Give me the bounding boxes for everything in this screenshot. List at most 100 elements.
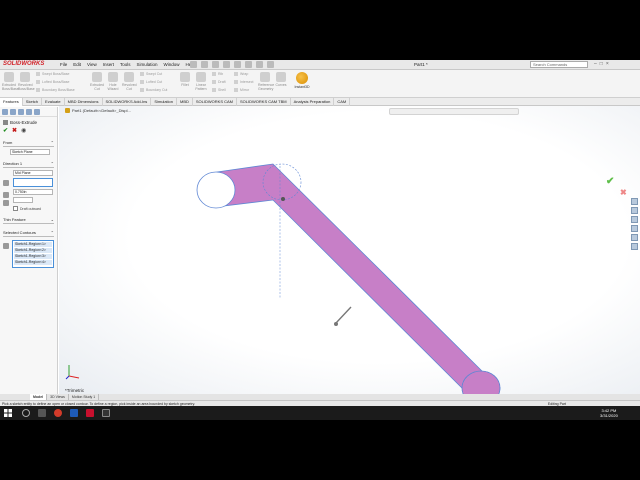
appearances-icon[interactable] xyxy=(631,234,638,241)
curves-button[interactable]: Curves xyxy=(274,72,288,87)
extrude-preview[interactable] xyxy=(59,106,640,398)
start-face-ellipse[interactable] xyxy=(196,171,236,209)
search-input[interactable]: Search Commands xyxy=(530,61,588,68)
contour-item[interactable]: Sketch1-Region<3> xyxy=(14,254,52,259)
tab-cam-tbm[interactable]: SOLIDWORKS CAM TBM xyxy=(237,98,291,106)
search-icon[interactable] xyxy=(22,409,30,417)
wrap-button[interactable]: Wrap xyxy=(234,72,248,76)
select-icon[interactable] xyxy=(245,61,252,68)
tab-simulation[interactable]: Simulation xyxy=(151,98,177,106)
app-icon[interactable] xyxy=(102,409,110,417)
windows-start-icon[interactable] xyxy=(4,409,12,417)
extruded-boss-button[interactable]: Extruded Boss/Base xyxy=(2,72,19,91)
resources-icon[interactable] xyxy=(631,198,638,205)
new-icon[interactable] xyxy=(190,61,197,68)
restore-icon[interactable]: □ xyxy=(600,61,603,67)
solidworks-logo[interactable]: SOLIDWORKS xyxy=(3,61,44,67)
mirror-button[interactable]: Mirror xyxy=(234,88,249,92)
direction-section-header[interactable]: Direction 1 ⌃ xyxy=(3,161,54,168)
file-explorer-icon[interactable] xyxy=(631,216,638,223)
shell-button[interactable]: Shell xyxy=(212,88,226,92)
intersect-button[interactable]: Intersect xyxy=(234,80,253,84)
direction-vector-field[interactable] xyxy=(13,178,53,187)
boundary-cut-button[interactable]: Boundary Cut xyxy=(140,88,167,92)
view-palette-icon[interactable] xyxy=(631,225,638,232)
tab-mbd[interactable]: MBD xyxy=(177,98,193,106)
rib-button[interactable]: Rib xyxy=(212,72,223,76)
dimxpert-icon[interactable] xyxy=(26,109,32,115)
task-view-icon[interactable] xyxy=(38,409,46,417)
linear-pattern-button[interactable]: Linear Pattern xyxy=(194,72,208,91)
display-manager-icon[interactable] xyxy=(34,109,40,115)
ok-icon[interactable]: ✔ xyxy=(3,127,8,134)
revolved-boss-button[interactable]: Revolved Boss/Base xyxy=(18,72,35,91)
reference-geometry-button[interactable]: Reference Geometry xyxy=(258,72,274,91)
tab-analysis-preparation[interactable]: Analysis Preparation xyxy=(291,98,335,106)
open-icon[interactable] xyxy=(201,61,208,68)
print-icon[interactable] xyxy=(223,61,230,68)
tab-cam[interactable]: SOLIDWORKS CAM xyxy=(193,98,238,106)
menu-tools[interactable]: Tools xyxy=(120,62,131,67)
configuration-icon[interactable] xyxy=(18,109,24,115)
end-condition-select[interactable]: Mid Plane xyxy=(13,170,53,176)
undo-icon[interactable] xyxy=(234,61,241,68)
menu-file[interactable]: File xyxy=(60,62,67,67)
menu-view[interactable]: View xyxy=(87,62,97,67)
contour-item[interactable]: Sketch1-Region<4> xyxy=(14,260,52,265)
tab-evaluate[interactable]: Evaluate xyxy=(42,98,65,106)
depth-input[interactable]: 0.750in xyxy=(13,189,53,195)
from-section-header[interactable]: From ⌃ xyxy=(3,140,54,147)
draft-icon[interactable] xyxy=(3,200,9,206)
save-icon[interactable] xyxy=(212,61,219,68)
instant3d-button[interactable]: Instant3D xyxy=(291,72,313,89)
drag-handle-icon[interactable] xyxy=(281,197,285,201)
tab-addins[interactable]: SOLIDWORKS Add-Ins xyxy=(103,98,152,106)
hole-wizard-button[interactable]: Hole Wizard xyxy=(106,72,120,91)
tab-features[interactable]: Features xyxy=(0,98,23,106)
revolved-cut-button[interactable]: Revolved Cut xyxy=(122,72,137,91)
draft-angle-input[interactable] xyxy=(13,197,33,203)
chrome-icon[interactable] xyxy=(54,409,62,417)
menu-window[interactable]: Window xyxy=(164,62,180,67)
thin-feature-header[interactable]: Thin Feature ⌄ xyxy=(3,217,54,224)
selected-contours-header[interactable]: Selected Contours ⌃ xyxy=(3,230,54,237)
contour-item[interactable]: Sketch1-Region<2> xyxy=(14,248,52,253)
draft-outward-checkbox[interactable]: Draft outward xyxy=(13,206,57,211)
cancel-icon[interactable]: ✖ xyxy=(12,127,17,134)
word-icon[interactable] xyxy=(70,409,78,417)
reverse-direction-icon[interactable] xyxy=(3,180,9,186)
direction-arrow[interactable] xyxy=(335,306,352,324)
custom-properties-icon[interactable] xyxy=(631,243,638,250)
swept-boss-button[interactable]: Swept Boss/Base xyxy=(36,72,69,76)
fillet-button[interactable]: Fillet xyxy=(178,72,192,87)
arrow-handle-icon[interactable] xyxy=(334,322,338,326)
boundary-boss-button[interactable]: Boundary Boss/Base xyxy=(36,88,75,92)
rebuild-icon[interactable] xyxy=(256,61,263,68)
close-icon[interactable]: × xyxy=(606,61,609,67)
confirm-ok-icon[interactable]: ✔ xyxy=(606,176,614,187)
solidworks-taskbar-icon[interactable] xyxy=(86,409,94,417)
design-library-icon[interactable] xyxy=(631,207,638,214)
tab-cam-2[interactable]: CAM xyxy=(334,98,351,106)
extrude-body[interactable] xyxy=(214,163,490,398)
minimize-icon[interactable]: – xyxy=(594,61,597,67)
confirm-cancel-icon[interactable]: ✖ xyxy=(620,188,627,197)
extruded-cut-button[interactable]: Extruded Cut xyxy=(90,72,104,91)
draft-button[interactable]: Draft xyxy=(212,80,226,84)
menu-edit[interactable]: Edit xyxy=(73,62,81,67)
property-manager-icon[interactable] xyxy=(10,109,16,115)
from-select[interactable]: Sketch Plane xyxy=(10,149,50,155)
graphics-area[interactable]: Part1 (Default<<Default>_Displ... ✔ ✖ *T… xyxy=(59,106,640,398)
lofted-cut-button[interactable]: Lofted Cut xyxy=(140,80,162,84)
system-clock[interactable]: 3:42 PM 3/31/2020 xyxy=(600,408,618,418)
preview-icon[interactable]: ◉ xyxy=(21,127,26,134)
feature-tree-icon[interactable] xyxy=(2,109,8,115)
menu-simulation[interactable]: Simulation xyxy=(137,62,158,67)
menu-insert[interactable]: Insert xyxy=(103,62,114,67)
contour-item[interactable]: Sketch1-Region<1> xyxy=(14,242,52,247)
swept-cut-button[interactable]: Swept Cut xyxy=(140,72,162,76)
tab-mbd-dimensions[interactable]: MBD Dimensions xyxy=(65,98,103,106)
lofted-boss-button[interactable]: Lofted Boss/Base xyxy=(36,80,69,84)
tab-sketch[interactable]: Sketch xyxy=(23,98,43,106)
selected-contours-list[interactable]: Sketch1-Region<1> Sketch1-Region<2> Sket… xyxy=(12,240,54,268)
